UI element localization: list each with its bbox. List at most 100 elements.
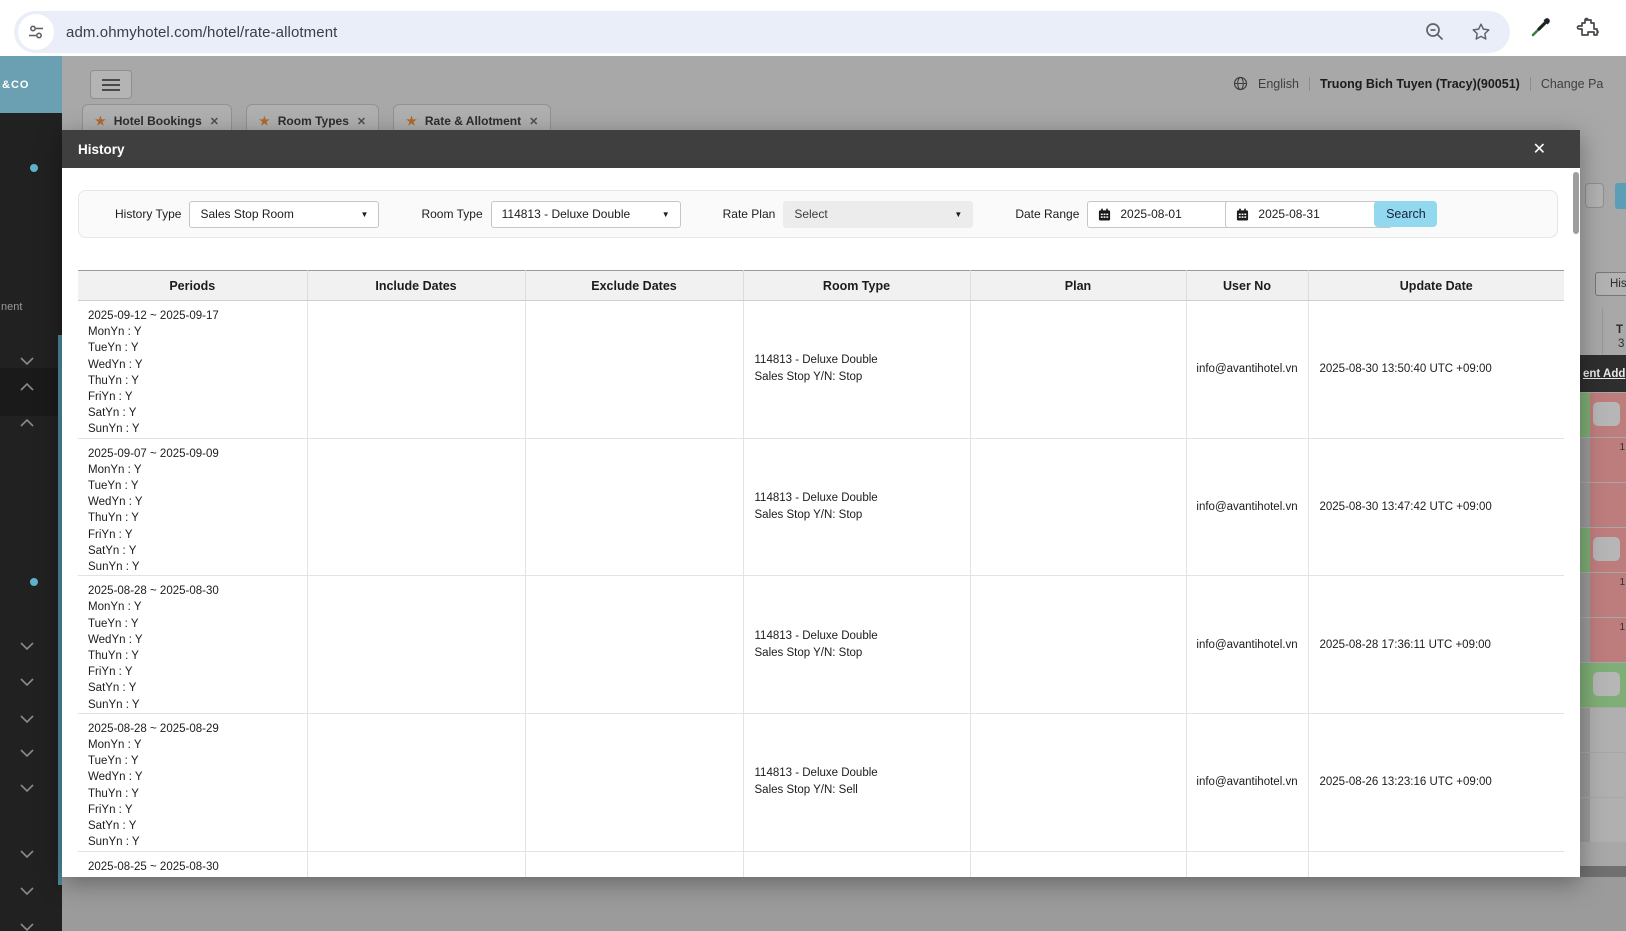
- chevron-down-icon[interactable]: [20, 918, 34, 931]
- divider: [1309, 76, 1310, 91]
- bookmark-star-icon[interactable]: [1470, 21, 1492, 43]
- chevron-down-icon[interactable]: [20, 845, 34, 859]
- update-date-cell: 2025-08-26 13:23:16 UTC +09:00: [1308, 713, 1564, 852]
- history-type-select[interactable]: Sales Stop Room ▼: [189, 200, 380, 228]
- chevron-down-icon[interactable]: [20, 744, 34, 758]
- divider: [1529, 76, 1531, 91]
- plan-cell: [970, 713, 1187, 852]
- rate-plan-select[interactable]: Select ▼: [783, 200, 974, 228]
- room-type-line1: 114813 - Deluxe Double: [754, 767, 878, 780]
- company-logo[interactable]: &CO: [0, 56, 62, 113]
- weekday-lines: MonYn : Y TueYn : Y WedYn : Y ThuYn : Y FriY…: [88, 739, 143, 849]
- rate-plan-value: Select: [794, 207, 828, 221]
- allotment-cell: [1580, 798, 1626, 842]
- allotment-cell: [1580, 528, 1626, 572]
- extensions-puzzle-icon[interactable]: [1576, 16, 1600, 40]
- allotment-cell: 1: [1580, 618, 1626, 662]
- chevron-down-icon[interactable]: [20, 673, 34, 687]
- change-password-link[interactable]: Change Pa: [1541, 77, 1604, 91]
- language-selector[interactable]: English: [1258, 77, 1299, 91]
- chevron-down-icon[interactable]: [20, 352, 34, 366]
- chevron-up-icon[interactable]: [20, 382, 34, 396]
- room-type-cell: 114813 - Deluxe Double Sales Stop Y/N: S…: [743, 300, 971, 439]
- periods-cell: 2025-08-28 ~ 2025-08-30 MonYn : Y TueYn :…: [78, 575, 308, 714]
- chevron-up-icon[interactable]: [20, 418, 34, 432]
- history-type-value: Sales Stop Room: [200, 207, 294, 221]
- tab-label: Hotel Bookings: [113, 114, 202, 128]
- col-include-dates: Include Dates: [307, 270, 526, 301]
- search-button[interactable]: Search: [1374, 201, 1438, 227]
- periods-cell: 2025-08-25 ~ 2025-08-30 MonYn : Y: [78, 851, 308, 877]
- divider: [1602, 308, 1603, 355]
- menu-toggle-button[interactable]: [90, 70, 132, 99]
- url-text[interactable]: adm.ohmyhotel.com/hotel/rate-allotment: [66, 24, 337, 41]
- calendar-icon: [1099, 207, 1111, 221]
- room-type-cell: [743, 851, 971, 877]
- allotment-cell: 1: [1580, 573, 1626, 617]
- user-no-cell: [1186, 851, 1309, 877]
- favorite-star-icon: ★: [95, 114, 106, 128]
- col-room-type: Room Type: [743, 270, 971, 301]
- user-no-cell: info@avantihotel.vn: [1186, 438, 1309, 577]
- allotment-calendar-cells-fragment: 111: [1580, 393, 1626, 843]
- include-dates-cell: [307, 575, 526, 714]
- history-button-fragment[interactable]: His: [1595, 272, 1626, 296]
- chevron-down-icon[interactable]: [20, 779, 34, 793]
- period-range: 2025-08-28 ~ 2025-08-29: [88, 722, 219, 735]
- weekday-lines: MonYn : Y TueYn : Y WedYn : Y ThuYn : Y FriY…: [88, 601, 143, 711]
- room-type-value: 114813 - Deluxe Double: [501, 207, 631, 221]
- sidebar-active-dot: [30, 578, 38, 586]
- tab-close-icon[interactable]: ✕: [357, 115, 366, 128]
- allotment-add-link[interactable]: ent Add: [1580, 368, 1625, 380]
- allotment-cell: [1580, 663, 1626, 707]
- tab-label: Room Types: [277, 114, 349, 128]
- address-bar[interactable]: adm.ohmyhotel.com/hotel/rate-allotment: [14, 11, 1510, 53]
- period-range: 2025-08-28 ~ 2025-08-30: [88, 585, 219, 598]
- exclude-dates-cell: [525, 438, 744, 577]
- filter-bar: History Type Sales Stop Room ▼ Room Type…: [78, 190, 1558, 238]
- exclude-dates-cell: [525, 575, 744, 714]
- globe-icon: [1233, 76, 1248, 91]
- user-no-cell: info@avantihotel.vn: [1186, 575, 1309, 714]
- period-range: 2025-09-12 ~ 2025-09-17: [88, 310, 219, 322]
- chevron-down-icon: ▼: [661, 209, 670, 219]
- modal-scrollbar-thumb[interactable]: [1573, 172, 1579, 234]
- room-type-cell: 114813 - Deluxe Double Sales Stop Y/N: S…: [743, 713, 971, 852]
- chevron-down-icon[interactable]: [20, 710, 34, 724]
- tab-label: Rate & Allotment: [424, 114, 522, 128]
- table-row: 2025-09-07 ~ 2025-09-09 MonYn : Y TueYn :…: [78, 438, 1564, 577]
- rate-plan-label: Rate Plan: [722, 207, 776, 221]
- tune-icon: [29, 25, 43, 39]
- modal-close-icon[interactable]: ✕: [1533, 139, 1546, 159]
- plan-cell: [970, 575, 1187, 714]
- history-type-label: History Type: [115, 207, 182, 221]
- site-info-button[interactable]: [18, 14, 54, 50]
- include-dates-cell: [307, 438, 526, 577]
- modal-title: History: [78, 141, 125, 157]
- date-to-input[interactable]: 2025-08-31: [1225, 200, 1393, 228]
- col-plan: Plan: [970, 270, 1187, 301]
- update-date-cell: 2025-08-30 13:47:42 UTC +09:00: [1308, 438, 1564, 577]
- eyedropper-icon[interactable]: [1528, 16, 1552, 40]
- zoom-out-icon[interactable]: [1424, 21, 1446, 43]
- room-type-select[interactable]: 114813 - Deluxe Double ▼: [490, 200, 681, 228]
- table-header-row: Periods Include Dates Exclude Dates Room…: [78, 270, 1564, 301]
- allotment-cell: [1580, 708, 1626, 752]
- screen: adm.ohmyhotel.com/hotel/rate-allotment E…: [0, 0, 1626, 931]
- periods-cell: 2025-09-07 ~ 2025-09-09 MonYn : Y TueYn :…: [78, 438, 308, 577]
- chevron-down-icon[interactable]: [20, 882, 34, 896]
- room-type-line1: 114813 - Deluxe Double: [754, 491, 878, 504]
- room-type-line1: 114813 - Deluxe Double: [754, 629, 878, 642]
- room-type-label: Room Type: [421, 207, 483, 221]
- chevron-down-icon: ▼: [360, 209, 369, 219]
- exclude-dates-cell: [525, 851, 744, 877]
- chevron-down-icon[interactable]: [20, 637, 34, 651]
- tab-close-icon[interactable]: ✕: [210, 115, 219, 128]
- update-date-cell: 2025-08-28 17:36:11 UTC +09:00: [1308, 575, 1564, 714]
- calendar-icon: [1237, 207, 1249, 221]
- header-user-area: English Truong Bich Tuyen (Tracy)(90051)…: [1233, 76, 1603, 91]
- room-type-cell: 114813 - Deluxe Double Sales Stop Y/N: S…: [743, 438, 971, 577]
- chevron-down-icon: ▼: [954, 209, 963, 219]
- tab-close-icon[interactable]: ✕: [529, 115, 538, 128]
- background-teal-button-fragment: [1615, 183, 1626, 209]
